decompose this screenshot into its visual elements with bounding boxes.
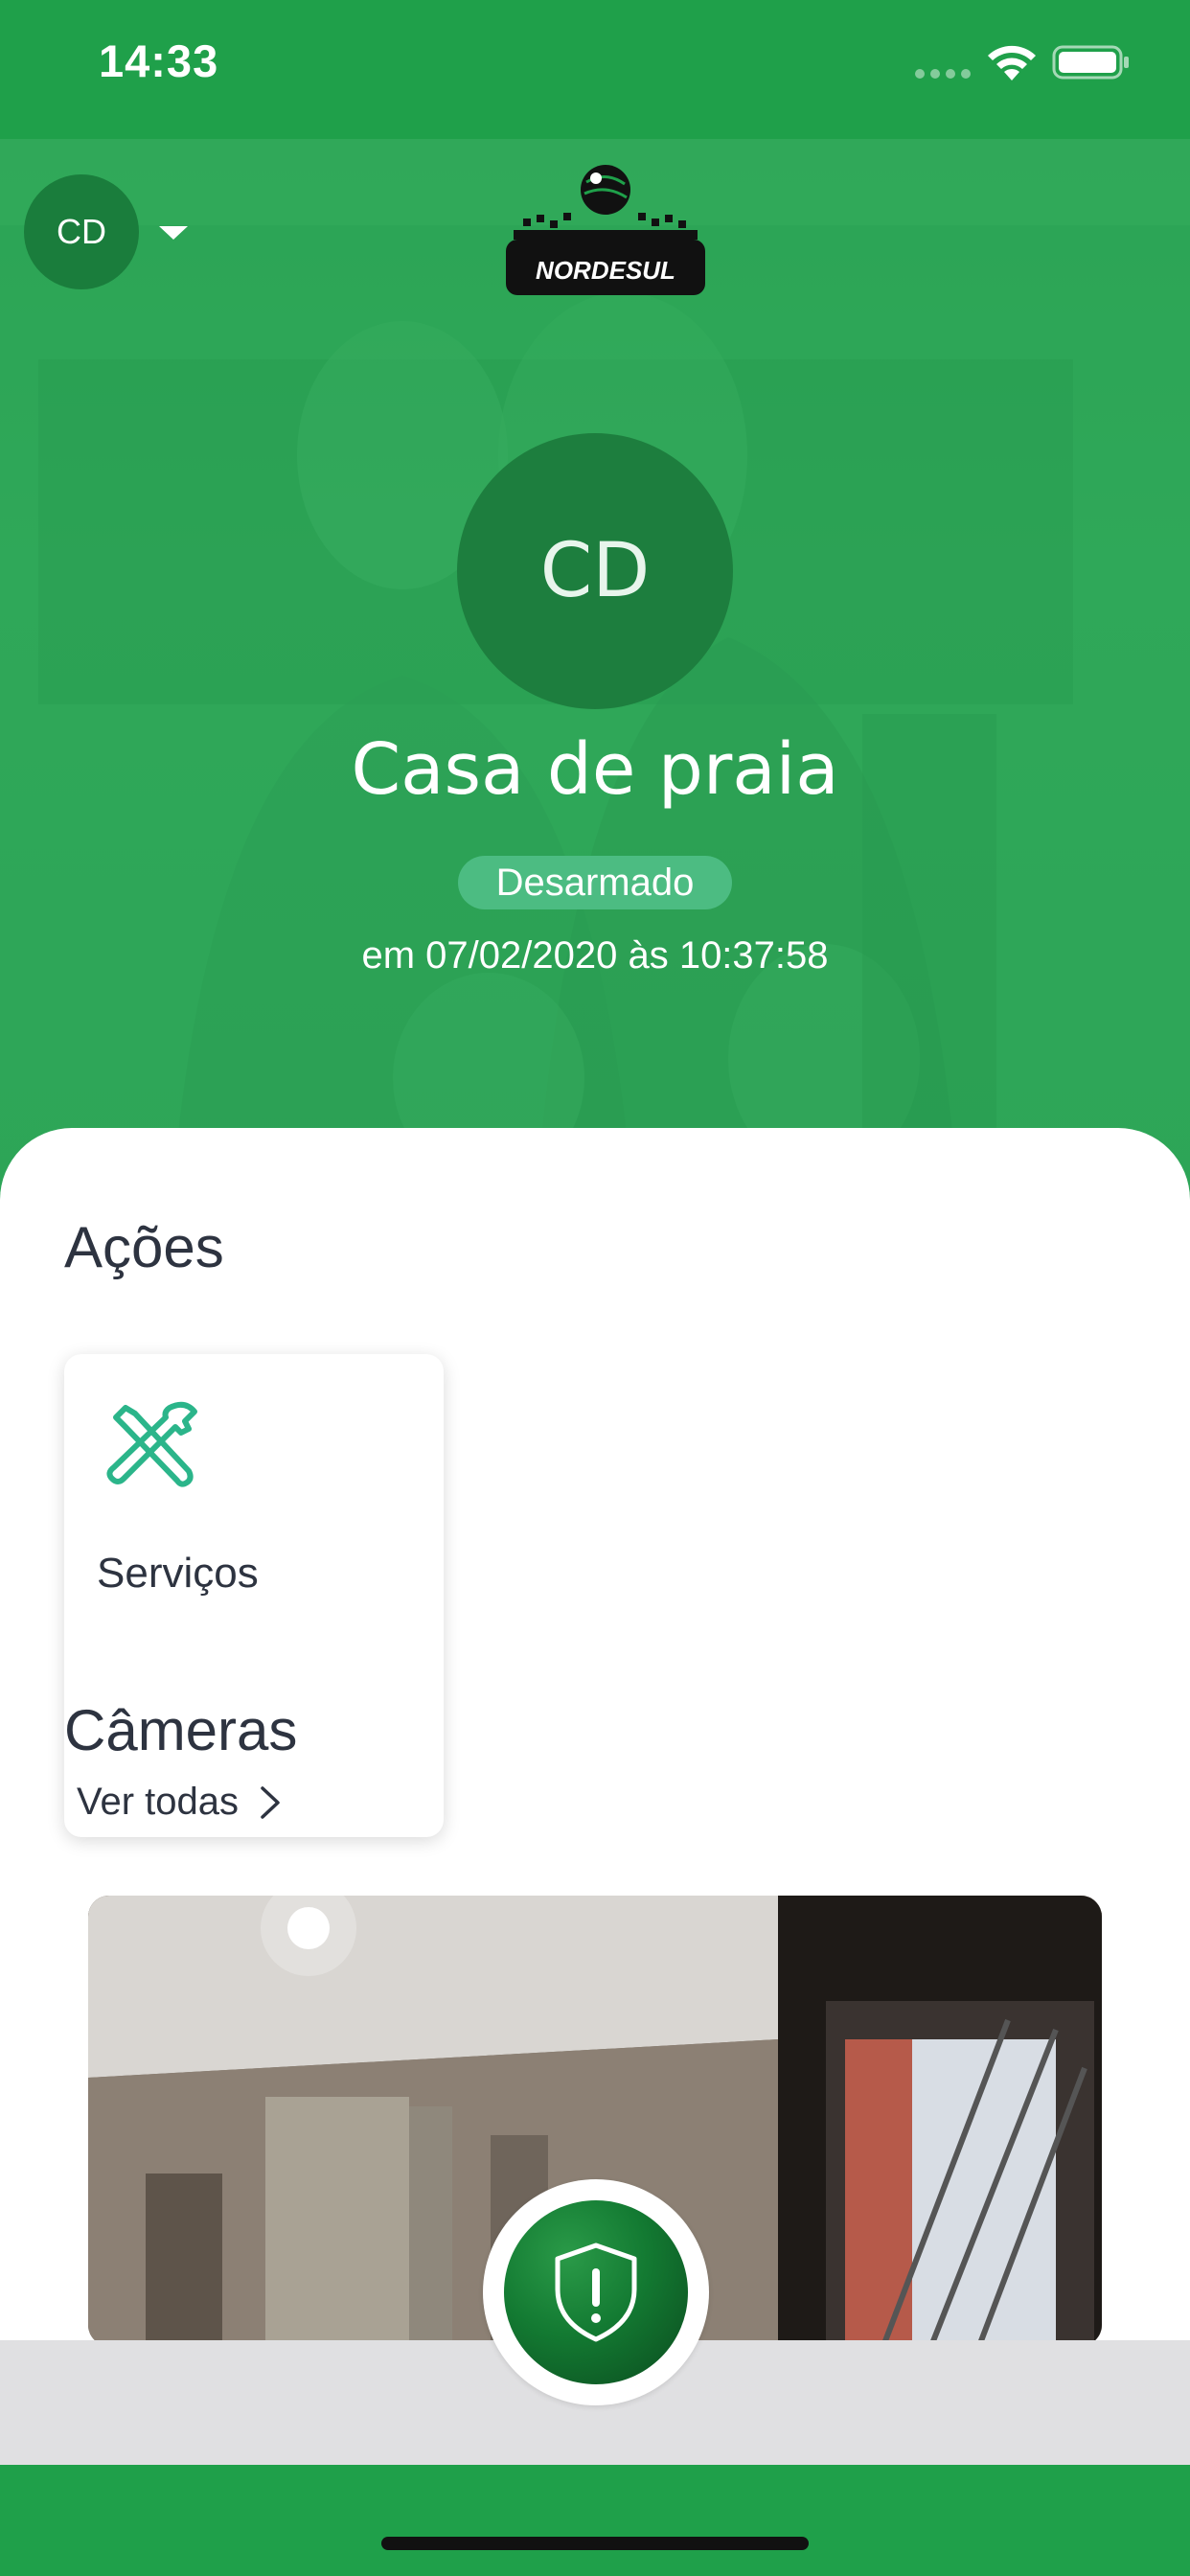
content-sheet: Ações Serviços Câmeras Ver todas	[0, 1128, 1190, 2340]
home-indicator[interactable]	[381, 2537, 809, 2550]
footer-strip	[0, 2465, 1190, 2576]
logo-text: NORDESUL	[536, 256, 675, 285]
wifi-icon	[988, 45, 1036, 80]
shield-alert-icon	[555, 2242, 637, 2342]
status-timestamp: em 07/02/2020 às 10:37:58	[361, 934, 829, 977]
see-all-cameras-link[interactable]: Ver todas	[77, 1781, 283, 1824]
panic-button-inner	[504, 2200, 688, 2384]
location-avatar: CD	[457, 433, 733, 709]
services-label: Serviços	[97, 1550, 259, 1597]
status-time: 14:33	[99, 35, 219, 86]
chevron-right-icon	[261, 1785, 280, 1819]
services-action-card[interactable]: Serviços	[64, 1354, 444, 1837]
cameras-title: Câmeras	[64, 1698, 298, 1762]
tools-icon	[106, 1401, 197, 1487]
cellular-signal-icon	[915, 69, 971, 79]
account-avatar-button[interactable]: CD	[24, 174, 139, 289]
alarm-status-badge: Desarmado	[458, 856, 732, 909]
actions-title: Ações	[64, 1215, 224, 1279]
chevron-down-icon[interactable]	[157, 224, 190, 242]
panic-alert-button[interactable]	[483, 2179, 709, 2405]
location-name: Casa de praia	[351, 728, 839, 811]
battery-icon	[1052, 45, 1129, 80]
see-all-label: Ver todas	[77, 1781, 240, 1823]
nordesul-logo: NORDESUL	[506, 165, 705, 295]
status-bar: 14:33	[0, 0, 1190, 139]
